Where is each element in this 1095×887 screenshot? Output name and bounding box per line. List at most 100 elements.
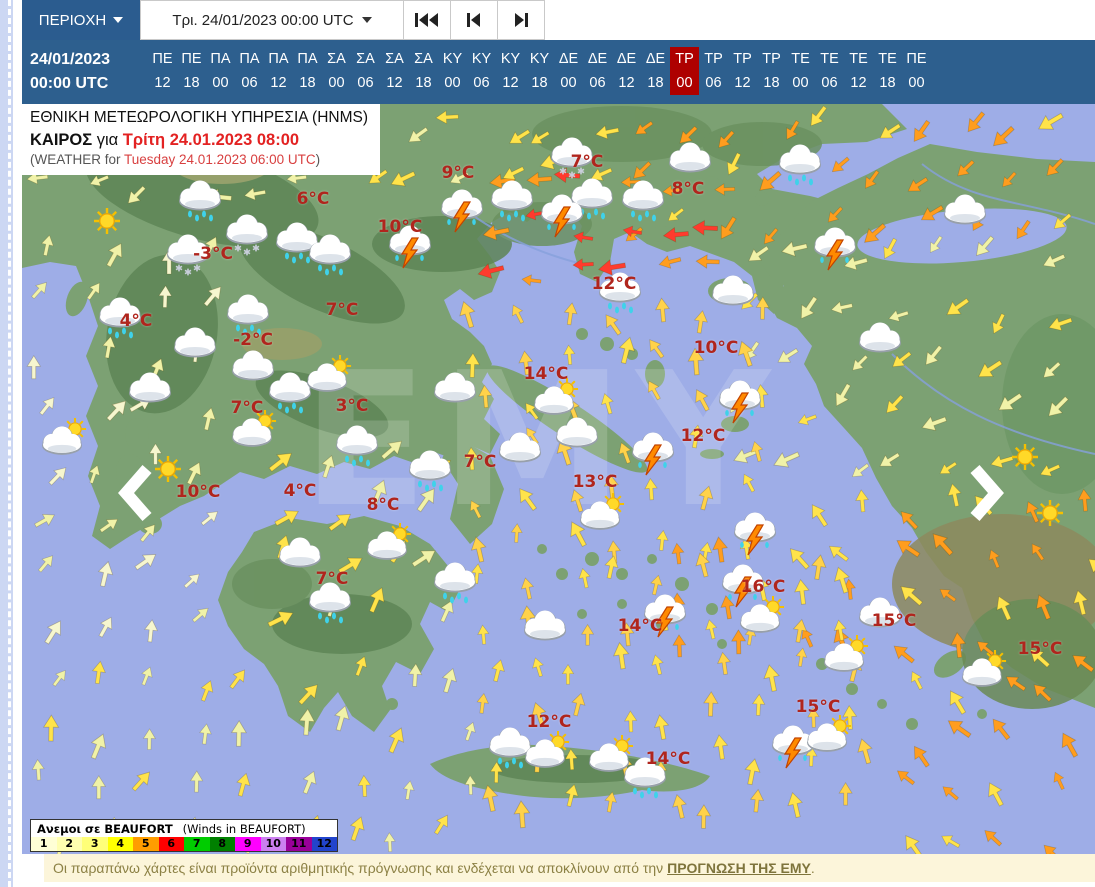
timeline-cell: ΤΡ [733,51,752,67]
legend-beaufort-cell: 5 [133,837,159,851]
timeline-column[interactable]: ΚΥ 12 [496,47,525,104]
weather-app: ΠΕΡΙΟΧΗ Τρι. 24/01/2023 00:00 UTC 24/01/… [22,0,1095,882]
timeline-cell: 18 [415,75,432,91]
timeline-cell: 12 [618,75,635,91]
timeline-column[interactable]: ΠΑ 12 [264,47,293,104]
temperature-label: 12°C [680,426,726,446]
map-info-box: ΕΘΝΙΚΗ ΜΕΤΕΩΡΟΛΟΓΙΚΗ ΥΠΗΡΕΣΙΑ (HNMS) ΚΑΙ… [22,104,381,176]
timeline-cell: 00 [792,75,809,91]
sun-icon [1010,442,1040,472]
timeline-cell: ΚΥ [500,51,521,67]
step-forward-button[interactable] [498,0,545,40]
timeline-cell: 12 [734,75,751,91]
temperature-label: 12°C [591,274,637,294]
timeline-bar: 24/01/2023 00:00 UTC ΠΕ 12 ΠΕ 18 ΠΑ 00 ΠΑ 06 ΠΑ 1… [22,40,1095,104]
timeline-column[interactable]: ΠΑ 18 [293,47,322,104]
temperature-label: 4°C [283,481,317,501]
timeline-current-time: 00:00 UTC [30,75,109,92]
forecast-datetime-english: Tuesday 24.01.2023 06:00 UTC [124,152,316,168]
timeline-cell: 00 [670,71,699,95]
temperature-label: 10°C [693,338,739,358]
temperature-label: 14°C [645,749,691,769]
temperature-label: 4°C [119,311,153,331]
timeline-column[interactable]: ΤΕ 06 [815,47,844,104]
legend-subtitle: (Winds in BEAUFORT) [182,822,306,836]
timeline-column[interactable]: ΚΥ 18 [525,47,554,104]
timeline-cell: ΠΑ [297,51,318,67]
date-selector[interactable]: Τρι. 24/01/2023 00:00 UTC [140,0,404,40]
step-back-button[interactable] [451,0,498,40]
timeline-cell: 00 [212,75,229,91]
skip-to-start-button[interactable] [404,0,451,40]
closing-paren: ) [315,152,321,168]
timeline-column[interactable]: ΣΑ 06 [351,47,380,104]
timeline-cell: ΤΕ [820,51,839,67]
timeline-column[interactable]: ΚΥ 06 [467,47,496,104]
timeline-cell: 18 [299,75,316,91]
emy-forecast-link[interactable]: ΠΡΟΓΝΩΣΗ ΤΗΣ ΕΜΥ [667,860,811,876]
timeline-column[interactable]: ΠΕ 18 [177,47,206,104]
timeline-columns: ΠΕ 12 ΠΕ 18 ΠΑ 00 ΠΑ 06 ΠΑ 12 ΠΑ 18 ΣΑ 00 ΣΑ 06 ΣΑ 12 ΣΑ 18… [148,40,931,104]
timeline-column[interactable]: ΣΑ 00 [322,47,351,104]
timeline-cell: 12 [270,75,287,91]
previous-map-chevron[interactable] [116,464,154,527]
timeline-column[interactable]: ΤΡ 18 [757,47,786,104]
timeline-column[interactable]: ΤΡ 00 [670,47,699,104]
timeline-column[interactable]: ΤΕ 18 [873,47,902,104]
timeline-column[interactable]: ΚΥ 00 [438,47,467,104]
timeline-cell: ΠΕ [152,51,173,67]
timeline-column[interactable]: ΔΕ 18 [641,47,670,104]
forecast-datetime-greek: Τρίτη 24.01.2023 08:00 [122,130,300,149]
timeline-cell: ΣΑ [356,51,375,67]
temperature-label: -3°C [193,244,233,264]
timeline-cell: ΔΕ [616,51,637,67]
temperature-label: 3°C [335,396,369,416]
temperature-label: 8°C [671,179,705,199]
disclaimer-suffix: . [810,860,815,876]
timeline-column[interactable]: ΠΑ 06 [235,47,264,104]
chevron-right-icon [970,465,1004,521]
timeline-column[interactable]: ΣΑ 12 [380,47,409,104]
legend-beaufort-cell: 8 [209,837,235,851]
timeline-column[interactable]: ΠΕ 00 [902,47,931,104]
timeline-cell: 18 [647,75,664,91]
skip-to-start-icon [415,13,438,27]
timeline-column[interactable]: ΔΕ 00 [554,47,583,104]
sun-icon [92,206,122,236]
timeline-cell: 12 [850,75,867,91]
legend-beaufort-cell: 2 [56,837,82,851]
timeline-column[interactable]: ΤΕ 00 [786,47,815,104]
timeline-column[interactable]: ΤΕ 12 [844,47,873,104]
timeline-column[interactable]: ΔΕ 06 [583,47,612,104]
timeline-column[interactable]: ΤΡ 12 [728,47,757,104]
temperature-label: 9°C [441,163,475,183]
temperature-label: 8°C [366,495,400,515]
region-dropdown-button[interactable]: ΠΕΡΙΟΧΗ [22,0,140,40]
temperature-label: 7°C [325,300,359,320]
timeline-column[interactable]: ΔΕ 12 [612,47,641,104]
temperature-label: 7°C [463,452,497,472]
legend-title: Ανεμοι σε BEAUFORT [37,822,173,836]
temperature-label: -2°C [233,330,273,350]
disclaimer-text: Οι παραπάνω χάρτες είναι προϊόντα αριθμη… [53,860,668,876]
timeline-cell: ΔΕ [645,51,666,67]
next-map-chevron[interactable] [968,464,1006,527]
beaufort-legend: Ανεμοι σε BEAUFORT (Winds in BEAUFORT) 1… [30,819,338,852]
timeline-column[interactable]: ΤΡ 06 [699,47,728,104]
legend-beaufort-cell: 1 [31,837,57,851]
timeline-cell: ΔΕ [558,51,579,67]
sun-icon [153,454,183,484]
timeline-column[interactable]: ΠΑ 00 [206,47,235,104]
temperature-label: 7°C [230,398,264,418]
timeline-cell: ΣΑ [385,51,404,67]
timeline-cell: 00 [444,75,461,91]
legend-beaufort-cell: 3 [82,837,108,851]
timeline-current-datetime: 24/01/2023 00:00 UTC [22,40,148,104]
timeline-cell: 18 [763,75,780,91]
legend-beaufort-cell: 7 [184,837,210,851]
timeline-column[interactable]: ΠΕ 12 [148,47,177,104]
timeline-cell: 06 [357,75,374,91]
temperature-label: 10°C [377,217,423,237]
timeline-cell: ΤΕ [791,51,810,67]
timeline-column[interactable]: ΣΑ 18 [409,47,438,104]
